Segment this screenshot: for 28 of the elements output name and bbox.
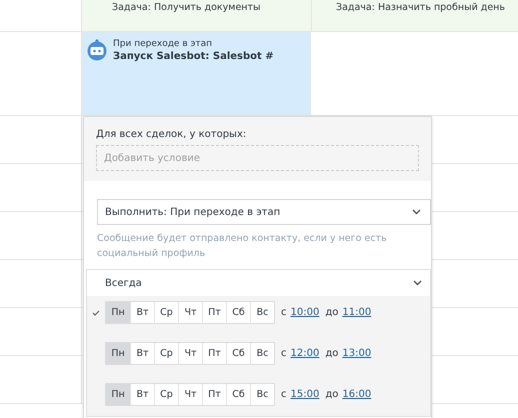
time-link[interactable]: 11:00 <box>342 307 372 318</box>
time-link[interactable]: 12:00 <box>290 348 320 359</box>
weekday-toggle[interactable]: Пн <box>106 302 130 323</box>
condition-field[interactable]: Добавить условие <box>96 145 419 171</box>
execute-select[interactable]: Выполнить: При переходе в этап <box>97 199 431 225</box>
trigger-title: Запуск Salesbot: Salesbot # <box>113 51 274 62</box>
trigger-card[interactable]: При переходе в этап Запуск Salesbot: Salesbot # <box>82 32 311 115</box>
time-link[interactable]: 13:00 <box>342 348 372 359</box>
robot-icon <box>86 39 108 61</box>
check-icon <box>92 310 100 316</box>
to-label: до <box>325 307 338 318</box>
chevron-icon <box>413 280 422 286</box>
trigger-caption: При переходе в этап <box>113 39 214 49</box>
time-link[interactable]: 16:00 <box>342 389 372 400</box>
to-label: до <box>325 348 338 359</box>
from-label: с <box>281 307 286 318</box>
condition-label: Для всех сделок, у которых: <box>96 129 248 140</box>
from-label: с <box>281 389 286 400</box>
hint-text: Сообщение будет отправлено контакту, если у него есть социальный профиль <box>97 232 388 261</box>
task-text: Задача: Назначить пробный день <box>336 2 505 13</box>
time-link[interactable]: 10:00 <box>290 307 320 318</box>
time-link[interactable]: 15:00 <box>290 389 320 400</box>
from-label: с <box>281 348 286 359</box>
weekday-toggle[interactable]: Пн <box>106 384 130 405</box>
chevron-down-icon <box>412 209 421 215</box>
to-label: до <box>325 389 338 400</box>
weekday-toggle[interactable]: Пн <box>106 343 130 364</box>
task-text: Задача: Получить документы <box>112 2 261 13</box>
